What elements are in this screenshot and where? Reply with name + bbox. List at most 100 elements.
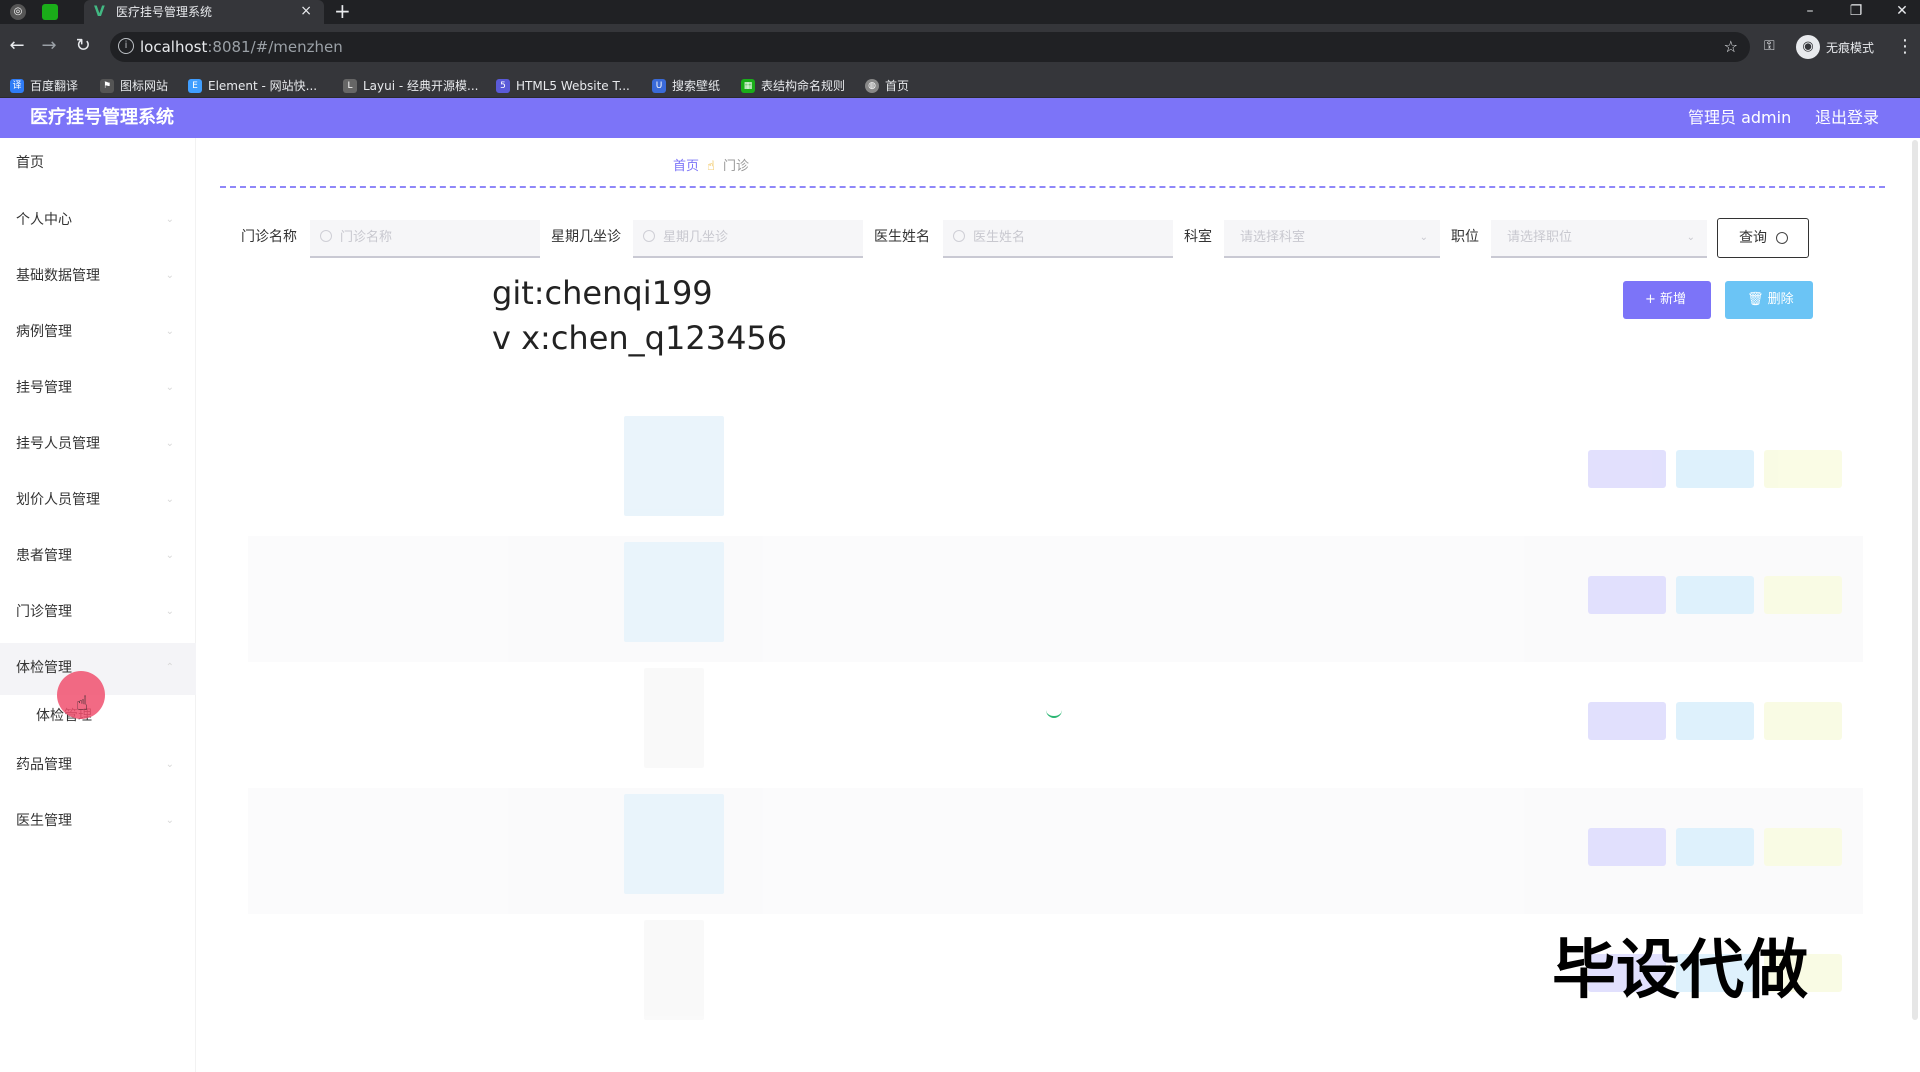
close-window-button[interactable]: ✕ (1892, 2, 1912, 20)
doctor-name-input[interactable]: 医生姓名 (943, 220, 1173, 258)
detail-button[interactable] (1676, 576, 1754, 614)
table-row[interactable] (248, 662, 1863, 788)
sidebar-item-registrar-staff[interactable]: 挂号人员管理 ⌄ (0, 419, 196, 471)
table-row[interactable] (248, 536, 1863, 662)
department-select[interactable]: 请选择科室 ⌄ (1224, 220, 1440, 258)
edit-button[interactable] (1588, 576, 1666, 614)
back-arrow-icon[interactable]: ← (6, 36, 28, 56)
watermark-service: 毕设代做 (1552, 934, 1808, 1008)
sidebar-item-doctors[interactable]: 医生管理 ⌄ (0, 796, 196, 848)
sidebar-item-patients[interactable]: 患者管理 ⌄ (0, 531, 196, 583)
breadcrumb-home[interactable]: 首页 (673, 159, 699, 174)
sidebar-item-outpatient[interactable]: 门诊管理 ⌄ (0, 587, 196, 639)
chevron-down-icon: ⌄ (165, 326, 174, 337)
chevron-down-icon: ⌄ (1686, 232, 1695, 243)
element-icon: E (188, 78, 202, 93)
browser-tab-bar: ◎ V 医疗挂号管理系统 × + – ❐ ✕ (0, 0, 1920, 24)
search-label: 科室 (1184, 229, 1212, 245)
weekday-input[interactable]: 星期几坐诊 (633, 220, 863, 258)
edit-button[interactable] (1588, 828, 1666, 866)
url-input[interactable]: i localhost:8081/#/menzhen ☆ (110, 32, 1750, 62)
bookmark-item[interactable]: L Layui - 经典开源模... (343, 75, 478, 93)
bookmark-star-icon[interactable]: ☆ (1724, 37, 1738, 56)
sidebar-item-home[interactable]: 首页 (0, 138, 196, 190)
row-delete-button[interactable] (1764, 576, 1842, 614)
chevron-down-icon: ⌄ (165, 270, 174, 281)
chevron-down-icon: ⌄ (165, 759, 174, 770)
sidebar-item-drugs[interactable]: 药品管理 ⌄ (0, 740, 196, 792)
watermark-git: git:chenqi199 (492, 274, 713, 312)
search-icon (1776, 232, 1788, 244)
bookmark-item[interactable]: ▦ 表结构命名规则 (741, 75, 845, 93)
tab-title: 医疗挂号管理系统 (116, 5, 213, 19)
bookmark-item[interactable]: ⚑ 图标网站 (100, 75, 168, 93)
browser-globe-icon[interactable]: ◎ (10, 4, 26, 20)
row-delete-button[interactable] (1764, 450, 1842, 488)
edit-button[interactable] (1588, 702, 1666, 740)
search-icon (643, 230, 655, 242)
chevron-down-icon: ⌄ (1419, 232, 1428, 243)
globe-icon: ◍ (865, 78, 879, 93)
search-form: 门诊名称 门诊名称 星期几坐诊 星期几坐诊 医生姓名 医生姓名 科室 请选择科室… (0, 218, 1920, 258)
incognito-label: 无痕模式 (1826, 41, 1875, 55)
incognito-icon: ◉ (1796, 35, 1820, 59)
table-row[interactable] (248, 788, 1863, 914)
doctor-photo (624, 794, 724, 894)
detail-button[interactable] (1676, 828, 1754, 866)
bookmark-item[interactable]: U 搜索壁纸 (652, 75, 720, 93)
html5-icon: 5 (496, 78, 510, 93)
doctor-photo (624, 542, 724, 642)
new-tab-button[interactable]: + (334, 1, 351, 21)
pinned-tab-icon[interactable] (42, 4, 58, 20)
table-row[interactable] (248, 410, 1863, 536)
more-menu-icon[interactable]: ⋮ (1896, 36, 1914, 57)
app-title: 医疗挂号管理系统 (30, 107, 174, 128)
sidebar-item-basic-data[interactable]: 基础数据管理 ⌄ (0, 251, 196, 303)
query-button[interactable]: 查询 (1717, 218, 1809, 258)
screen: { "browser": { "tab_title": "医疗挂号管理系统", … (0, 0, 1920, 1072)
edit-button[interactable] (1588, 450, 1666, 488)
row-delete-button[interactable] (1764, 702, 1842, 740)
key-icon[interactable]: ⚿ (1764, 38, 1775, 54)
position-select[interactable]: 请选择职位 ⌄ (1491, 220, 1707, 258)
delete-button[interactable]: 🗑 删除 (1725, 281, 1813, 319)
bookmark-item[interactable]: 5 HTML5 Website T... (496, 75, 630, 93)
sidebar-item-pricing-staff[interactable]: 划价人员管理 ⌄ (0, 475, 196, 527)
minimize-button[interactable]: – (1800, 2, 1820, 20)
chevron-up-icon: ⌃ (165, 662, 174, 673)
detail-button[interactable] (1676, 450, 1754, 488)
vue-icon: V (94, 4, 105, 20)
search-label: 医生姓名 (874, 229, 930, 245)
breadcrumb: 首页 ☝ 门诊 (673, 158, 749, 176)
sidebar-item-cases[interactable]: 病例管理 ⌄ (0, 307, 196, 359)
tab-active[interactable]: V 医疗挂号管理系统 × (84, 0, 324, 24)
detail-button[interactable] (1676, 702, 1754, 740)
chevron-down-icon: ⌄ (165, 494, 174, 505)
doctor-photo (644, 668, 704, 768)
search-label: 职位 (1451, 229, 1479, 245)
doctor-photo (644, 920, 704, 1020)
chevron-down-icon: ⌄ (165, 815, 174, 826)
add-button[interactable]: + 新增 (1623, 281, 1711, 319)
bookmark-item[interactable]: ◍ 首页 (865, 75, 909, 93)
watermark-wechat: v x:chen_q123456 (492, 319, 788, 357)
baidu-translate-icon: 译 (10, 78, 24, 93)
site-info-icon[interactable]: i (118, 38, 134, 54)
bookmark-item[interactable]: E Element - 网站快... (188, 75, 317, 93)
tab-close-icon[interactable]: × (300, 3, 312, 19)
row-delete-button[interactable] (1764, 828, 1842, 866)
maximize-button[interactable]: ❐ (1846, 2, 1866, 20)
app-header: 医疗挂号管理系统 管理员 admin 退出登录 (0, 98, 1920, 138)
bookmark-item[interactable]: 译百度翻译 (10, 75, 78, 93)
reload-icon[interactable]: ↻ (72, 36, 94, 56)
logout-link[interactable]: 退出登录 (1815, 108, 1879, 128)
search-label: 星期几坐诊 (551, 229, 621, 245)
flag-icon: ⚑ (100, 78, 114, 93)
url-text: localhost:8081/#/menzhen (140, 38, 343, 56)
search-icon (953, 230, 965, 242)
clinic-name-input[interactable]: 门诊名称 (310, 220, 540, 258)
forward-arrow-icon[interactable]: → (38, 36, 60, 56)
chevron-down-icon: ⌄ (165, 606, 174, 617)
sidebar-item-registration[interactable]: 挂号管理 ⌄ (0, 363, 196, 415)
page-scrollbar[interactable] (1912, 140, 1918, 1020)
